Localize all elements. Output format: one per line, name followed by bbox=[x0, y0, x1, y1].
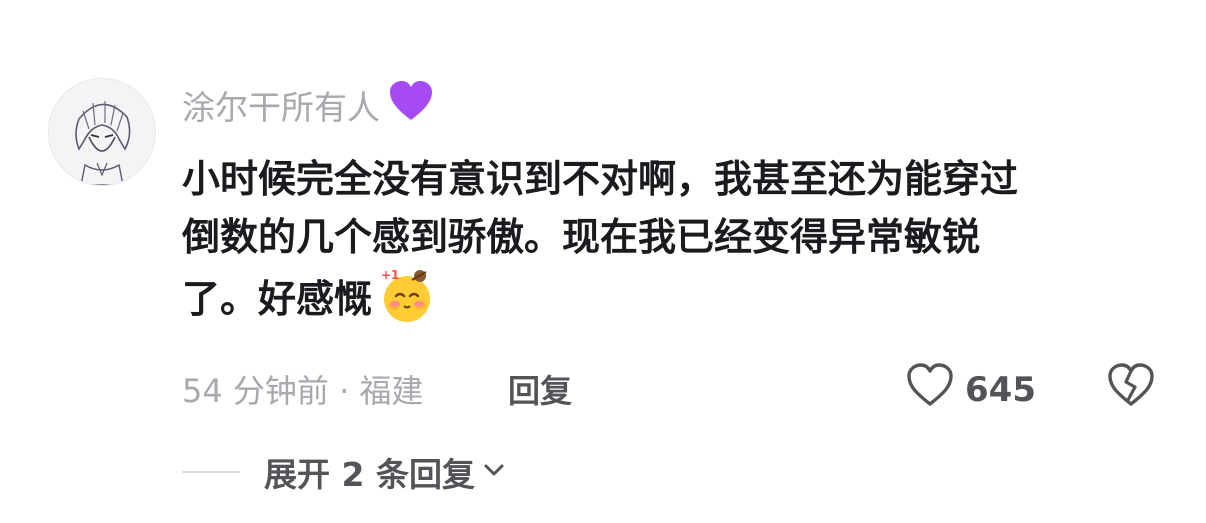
dislike-button[interactable] bbox=[1106, 362, 1156, 412]
chevron-down-icon[interactable] bbox=[483, 462, 505, 482]
comment-line: 倒数的几个感到骄傲。现在我已经变得异常敏锐 bbox=[182, 215, 981, 259]
expand-replies-label[interactable]: 展开 2 条回复 bbox=[264, 448, 475, 496]
plus-one-blush-emoji-icon: +1 bbox=[378, 266, 436, 324]
like-count: 645 bbox=[965, 369, 1036, 410]
comment-text: 小时候完全没有意识到不对啊，我甚至还为能穿过 倒数的几个感到骄傲。现在我已经变得… bbox=[182, 150, 1172, 328]
broken-heart-icon bbox=[1108, 363, 1154, 406]
comment-meta: 54 分钟前 · 福建 bbox=[182, 372, 424, 410]
like-button[interactable]: 645 bbox=[905, 362, 1036, 417]
heart-icon[interactable] bbox=[905, 362, 955, 417]
comment-line: 小时候完全没有意识到不对啊，我甚至还为能穿过 bbox=[182, 157, 1019, 201]
comment-card: 涂尔干所有人 小时候完全没有意识到不对啊，我甚至还为能穿过 倒数的几个感到骄傲。… bbox=[0, 0, 1206, 523]
svg-text:+1: +1 bbox=[381, 268, 399, 282]
avatar[interactable] bbox=[48, 78, 156, 186]
purple-heart-icon bbox=[388, 80, 434, 130]
comment-line: 了。好感慨 bbox=[182, 277, 373, 321]
reply-button[interactable]: 回复 bbox=[508, 366, 572, 412]
comment-line-last: 了。好感慨 +1 bbox=[182, 266, 1172, 328]
username-text[interactable]: 涂尔干所有人 bbox=[182, 81, 380, 129]
expand-replies[interactable]: 展开 2 条回复 bbox=[182, 448, 505, 496]
username[interactable]: 涂尔干所有人 bbox=[182, 80, 434, 130]
divider-line bbox=[182, 471, 240, 473]
